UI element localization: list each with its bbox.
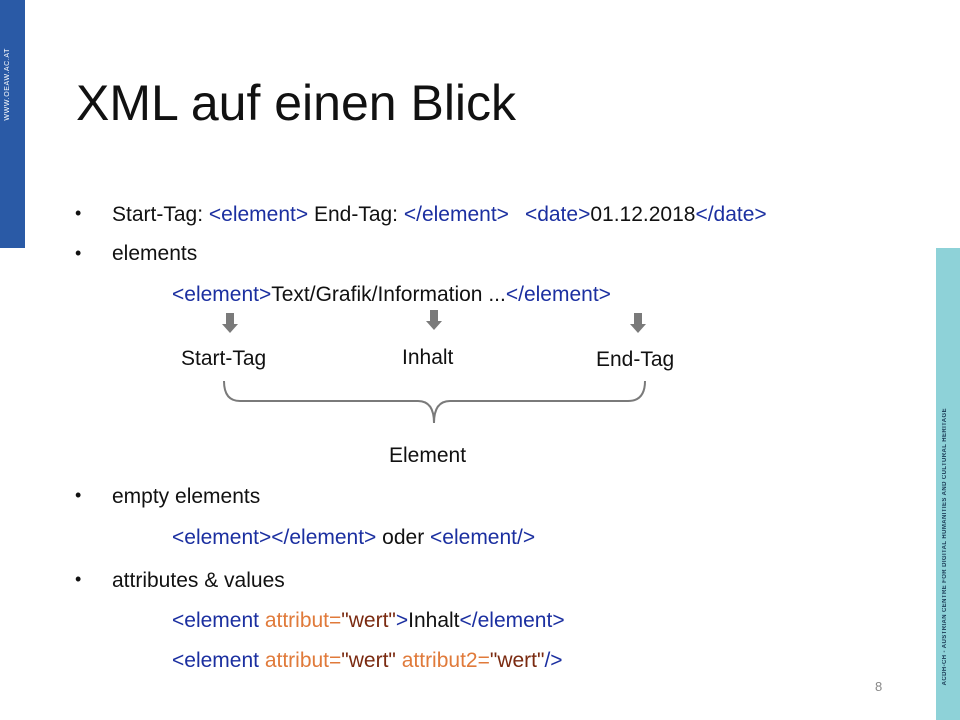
- arrow-end-tag-icon: [630, 313, 646, 333]
- diagram-start-tag-label: Start-Tag: [181, 347, 267, 370]
- diagram-content-label: Inhalt: [402, 346, 454, 369]
- element-brace: [223, 380, 646, 424]
- oder-text: oder: [376, 526, 431, 549]
- bullet-attributes-label: attributes & values: [112, 569, 285, 592]
- arrow-content-icon: [426, 310, 442, 330]
- down-arrow-icons: [222, 310, 646, 333]
- self-closing-tag: <element/>: [430, 526, 536, 549]
- attr-example-value: "wert": [341, 609, 396, 632]
- attribute-example-1: <element attribut="wert">Inhalt</element…: [172, 609, 565, 633]
- bullet-dot: •: [75, 485, 82, 505]
- attr-example-attribute: attribut=: [264, 609, 342, 632]
- page-number: 8: [875, 679, 883, 694]
- attr2-example-tag-end: />: [544, 649, 563, 672]
- bullet-empty-elements-label: empty elements: [112, 485, 261, 508]
- attr-example-tag-end: >: [395, 609, 409, 632]
- attr-example-open-tag: <element: [172, 609, 265, 632]
- attr2-example-open-tag: <element: [172, 649, 265, 672]
- arrow-start-tag-icon: [222, 313, 238, 333]
- empty-open-tag: <element>: [172, 526, 272, 549]
- empty-close-tag: </element>: [271, 526, 377, 549]
- diagram-end-tag-label: End-Tag: [596, 348, 675, 371]
- attr2-example-value-1: "wert": [341, 649, 396, 672]
- attribute-example-2: <element attribut="wert" attribut2="wert…: [172, 649, 563, 673]
- attr-example-close-tag: </element>: [459, 609, 565, 632]
- empty-element-example: <element></element> oder <element/>: [172, 526, 535, 550]
- attr2-example-attribute-2: attribut2=: [401, 649, 490, 672]
- attr-example-content: Inhalt: [408, 609, 460, 632]
- bullet-dot: •: [75, 569, 82, 589]
- attr2-example-attribute-1: attribut=: [264, 649, 342, 672]
- attr2-example-value-2: "wert": [489, 649, 545, 672]
- diagram-element-label: Element: [389, 444, 467, 467]
